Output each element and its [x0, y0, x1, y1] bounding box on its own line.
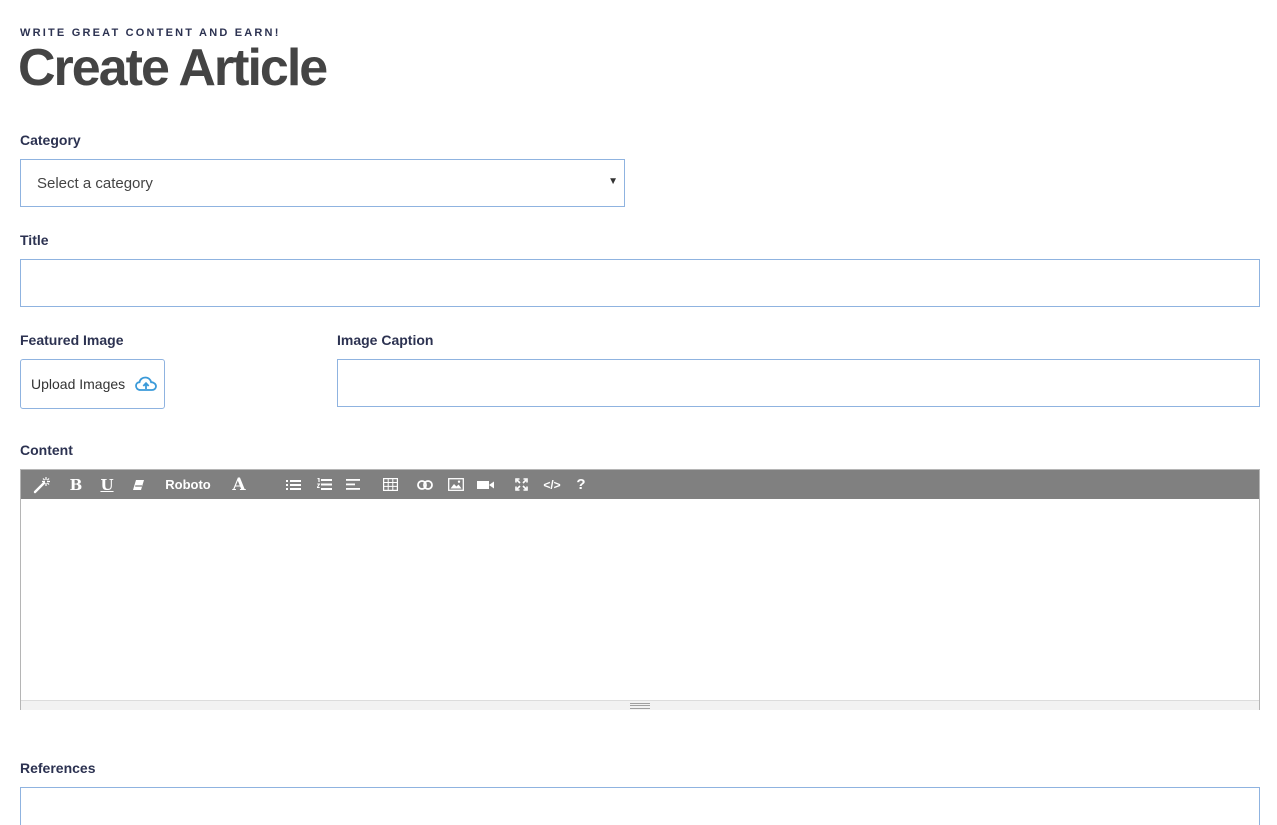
category-selected-value: Select a category — [37, 174, 153, 192]
align-icon[interactable] — [344, 470, 362, 499]
code-view-icon[interactable]: </> — [539, 470, 565, 499]
editor-resize-handle[interactable] — [21, 700, 1259, 710]
ordered-list-icon[interactable] — [315, 470, 333, 499]
category-select[interactable]: Select a category ▼ — [20, 159, 625, 207]
title-input[interactable] — [20, 259, 1260, 307]
content-edit-area[interactable] — [21, 499, 1259, 700]
create-article-page: WRITE GREAT CONTENT AND EARN! Create Art… — [0, 0, 1277, 825]
page-title: Create Article — [18, 39, 328, 97]
eraser-icon[interactable] — [129, 470, 147, 499]
resize-grip-icon — [630, 702, 650, 709]
fullscreen-icon[interactable] — [512, 470, 530, 499]
content-label: Content — [20, 442, 73, 458]
category-label: Category — [20, 132, 81, 148]
image-caption-label: Image Caption — [337, 332, 434, 348]
font-family-dropdown[interactable]: Roboto — [165, 470, 211, 499]
image-icon[interactable] — [447, 470, 465, 499]
help-icon[interactable]: ? — [573, 470, 589, 499]
content-editor: B U Roboto A </> ? — [20, 469, 1260, 710]
dropdown-arrow-icon: ▼ — [608, 176, 618, 187]
cloud-upload-icon — [135, 376, 158, 392]
image-caption-input[interactable] — [337, 359, 1260, 407]
video-icon[interactable] — [476, 470, 494, 499]
title-label: Title — [20, 232, 49, 248]
link-icon[interactable] — [416, 470, 434, 499]
featured-image-label: Featured Image — [20, 332, 124, 348]
upload-images-label: Upload Images — [31, 376, 126, 392]
magic-wand-icon[interactable] — [31, 470, 53, 499]
editor-toolbar: B U Roboto A </> ? — [21, 470, 1259, 499]
underline-icon[interactable]: U — [98, 470, 116, 499]
font-color-icon[interactable]: A — [230, 470, 248, 499]
unordered-list-icon[interactable] — [284, 470, 302, 499]
table-icon[interactable] — [381, 470, 399, 499]
references-label: References — [20, 760, 96, 776]
bold-icon[interactable]: B — [67, 470, 85, 499]
upload-images-button[interactable]: Upload Images — [20, 359, 165, 409]
references-input[interactable] — [20, 787, 1260, 825]
